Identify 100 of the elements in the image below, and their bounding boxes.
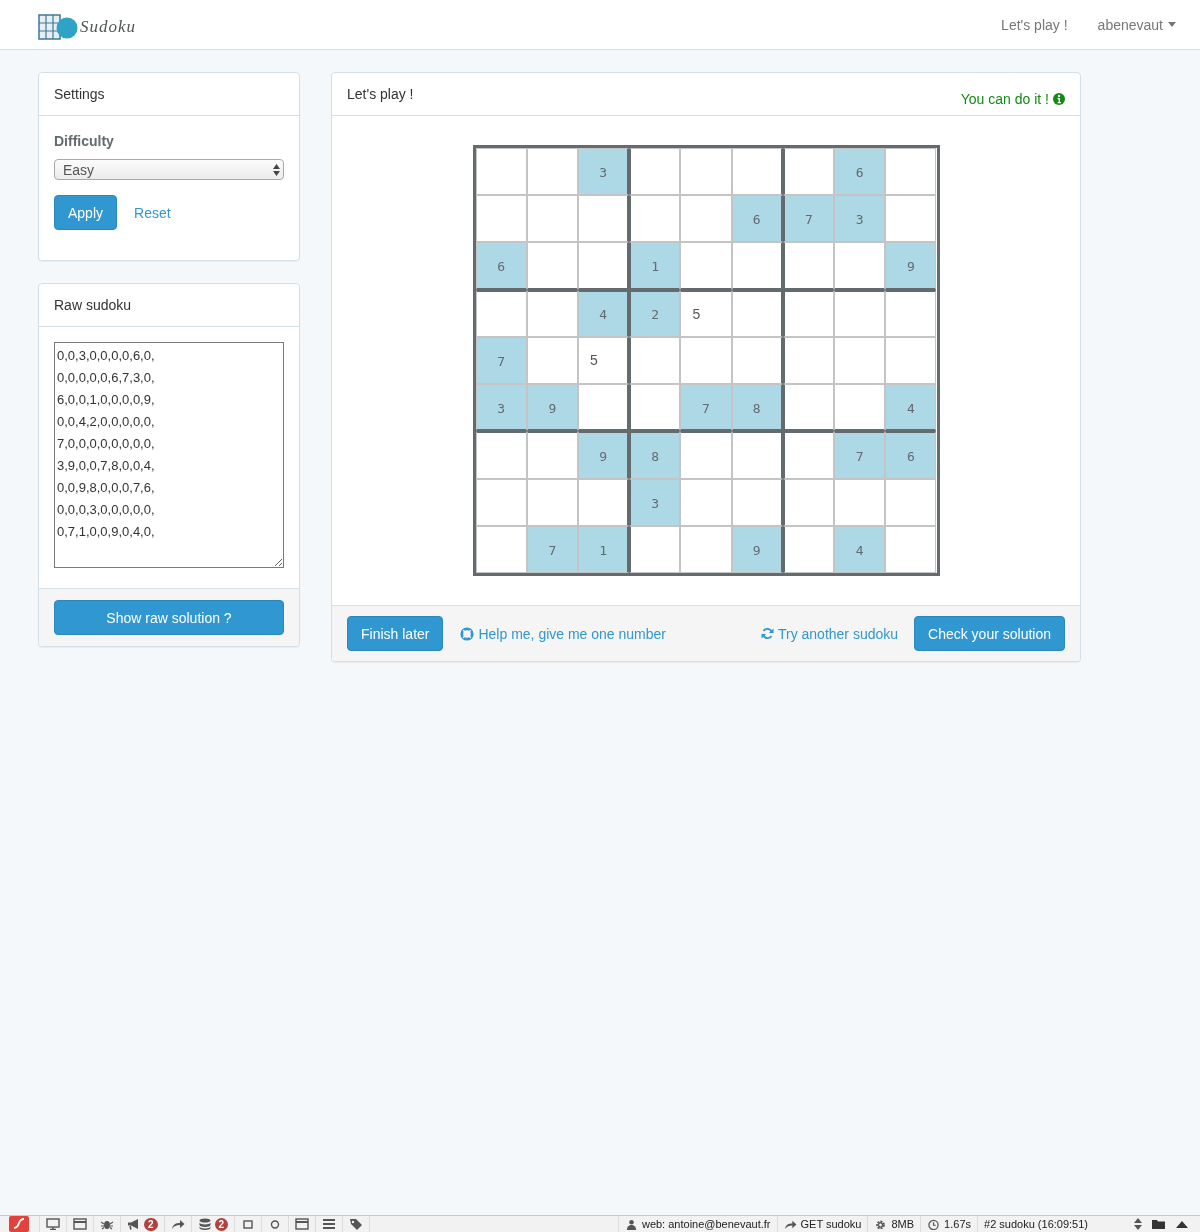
cell-input[interactable] — [475, 525, 527, 573]
cell-input[interactable] — [680, 525, 732, 573]
cell-input[interactable] — [834, 242, 886, 290]
updown-arrows-icon[interactable] — [1134, 1218, 1142, 1230]
cell-input[interactable] — [782, 336, 835, 385]
caret-icon — [1168, 22, 1176, 27]
difficulty-select[interactable]: Easy — [54, 159, 284, 180]
cell-input[interactable] — [526, 242, 578, 290]
given-cell: 8 — [731, 384, 783, 432]
cell-input[interactable] — [629, 384, 681, 432]
cell-input[interactable] — [526, 336, 578, 385]
panel-title: Let's play ! — [347, 86, 414, 102]
given-cell: 6 — [475, 242, 527, 290]
cell-input[interactable] — [629, 525, 681, 573]
cell-input[interactable] — [475, 431, 527, 479]
cell-input[interactable] — [680, 148, 732, 196]
nav-link[interactable]: Let's play ! — [1001, 16, 1068, 33]
brand-logo[interactable]: Sudoku — [38, 12, 137, 41]
square-icon[interactable] — [241, 1218, 256, 1230]
toolbar-item[interactable]: #2 sudoku (16:09:51) — [977, 1216, 1094, 1232]
window-icon[interactable] — [73, 1218, 87, 1230]
given-cell: 8 — [629, 431, 681, 479]
cell-input[interactable] — [782, 289, 835, 337]
user-menu[interactable]: abenevaut — [1097, 16, 1176, 33]
cell-input[interactable] — [526, 195, 578, 243]
cell-input[interactable] — [782, 242, 835, 290]
panel-title: Raw sudoku — [54, 297, 132, 313]
cell-input[interactable] — [834, 384, 886, 432]
cell-input[interactable] — [731, 431, 783, 479]
cell-input[interactable] — [680, 478, 732, 526]
caret-up-icon[interactable] — [1176, 1220, 1188, 1228]
status-message: You can do it ! — [960, 90, 1049, 107]
toolbar-item[interactable]: 1.67s — [920, 1216, 978, 1232]
tag-icon[interactable] — [349, 1218, 364, 1230]
cell-input[interactable] — [577, 384, 630, 432]
cell-input[interactable]: 5 — [577, 336, 630, 385]
bug-icon[interactable] — [100, 1218, 114, 1230]
toolbar-item[interactable]: 8MB — [867, 1216, 921, 1232]
raw-sudoku-field[interactable]: 0,0,3,0,0,0,0,6,0, 0,0,0,0,0,6,7,3,0, 6,0,0,1,0,0,0,0,9, 0,0,4,2,0,0,0,0,0, 7,0,0,0,0,0,0,0,0, 3,9,0,0,7,8,0,0,4, 0,0,9,8,0,0,0,7,6, 0,0,0,3,0,0,0,0,0, 0,7,1,0,0,9,0,4,0, — [54, 342, 284, 568]
cell-input[interactable] — [885, 148, 937, 196]
folder-icon[interactable] — [1152, 1218, 1166, 1230]
given-cell: 9 — [526, 384, 578, 432]
updown-arrows-icon — [273, 163, 280, 176]
cell-input[interactable] — [782, 431, 835, 479]
cell-input[interactable] — [885, 195, 937, 243]
cell-input[interactable] — [526, 148, 578, 196]
cell-input[interactable] — [475, 195, 527, 243]
cell-input[interactable] — [834, 289, 886, 337]
cell-input[interactable] — [782, 148, 835, 196]
cell-input[interactable] — [731, 336, 783, 385]
cell-input[interactable] — [834, 336, 886, 385]
field-label: Difficulty — [54, 132, 115, 151]
monitor-icon[interactable] — [46, 1218, 60, 1230]
cell-input[interactable]: 5 — [680, 289, 732, 337]
forward-arrow-icon[interactable] — [170, 1218, 185, 1230]
cell-input[interactable] — [782, 478, 835, 526]
cell-input[interactable] — [731, 148, 783, 196]
database-icon[interactable] — [197, 1218, 212, 1230]
window-icon[interactable] — [295, 1218, 310, 1230]
count-badge: 2 — [144, 1217, 158, 1231]
toolbar-item[interactable]: web: antoine@benevaut.fr — [617, 1216, 777, 1232]
list-icon[interactable] — [322, 1218, 337, 1230]
cell-input[interactable] — [577, 195, 630, 243]
given-cell: 3 — [577, 148, 630, 196]
cell-input[interactable] — [629, 148, 681, 196]
given-cell: 1 — [577, 525, 630, 573]
given-cell: 9 — [731, 525, 783, 573]
toolbar-item[interactable]: GET sudoku — [776, 1216, 868, 1232]
cell-input[interactable] — [731, 478, 783, 526]
cell-input[interactable] — [731, 289, 783, 337]
megaphone-icon[interactable] — [127, 1218, 141, 1230]
logo-icon[interactable] — [9, 1216, 29, 1232]
cell-input[interactable] — [475, 289, 527, 337]
cell-input[interactable] — [731, 242, 783, 290]
cell-input[interactable] — [834, 478, 886, 526]
cell-input[interactable] — [680, 431, 732, 479]
cell-input[interactable] — [885, 289, 937, 337]
cell-input[interactable] — [526, 289, 578, 337]
cell-input[interactable] — [577, 478, 630, 526]
given-cell: 3 — [629, 478, 681, 526]
cell-input[interactable] — [526, 478, 578, 526]
cell-input[interactable] — [629, 195, 681, 243]
cell-input[interactable] — [475, 478, 527, 526]
cell-input[interactable] — [782, 525, 835, 573]
cell-input[interactable] — [885, 525, 937, 573]
given-cell: 7 — [834, 431, 886, 479]
cell-input[interactable] — [680, 336, 732, 385]
cell-input[interactable] — [885, 478, 937, 526]
cell-input[interactable] — [680, 242, 732, 290]
cell-input[interactable] — [577, 242, 630, 290]
cell-input[interactable] — [782, 384, 835, 432]
given-cell: 6 — [834, 148, 886, 196]
cell-input[interactable] — [885, 336, 937, 385]
gear-icon — [874, 1218, 888, 1230]
cell-input[interactable] — [629, 336, 681, 385]
cell-input[interactable] — [475, 148, 527, 196]
given-cell: 2 — [629, 289, 681, 337]
cell-input[interactable] — [680, 195, 732, 243]
cell-input[interactable] — [526, 431, 578, 479]
given-cell: 7 — [680, 384, 732, 432]
